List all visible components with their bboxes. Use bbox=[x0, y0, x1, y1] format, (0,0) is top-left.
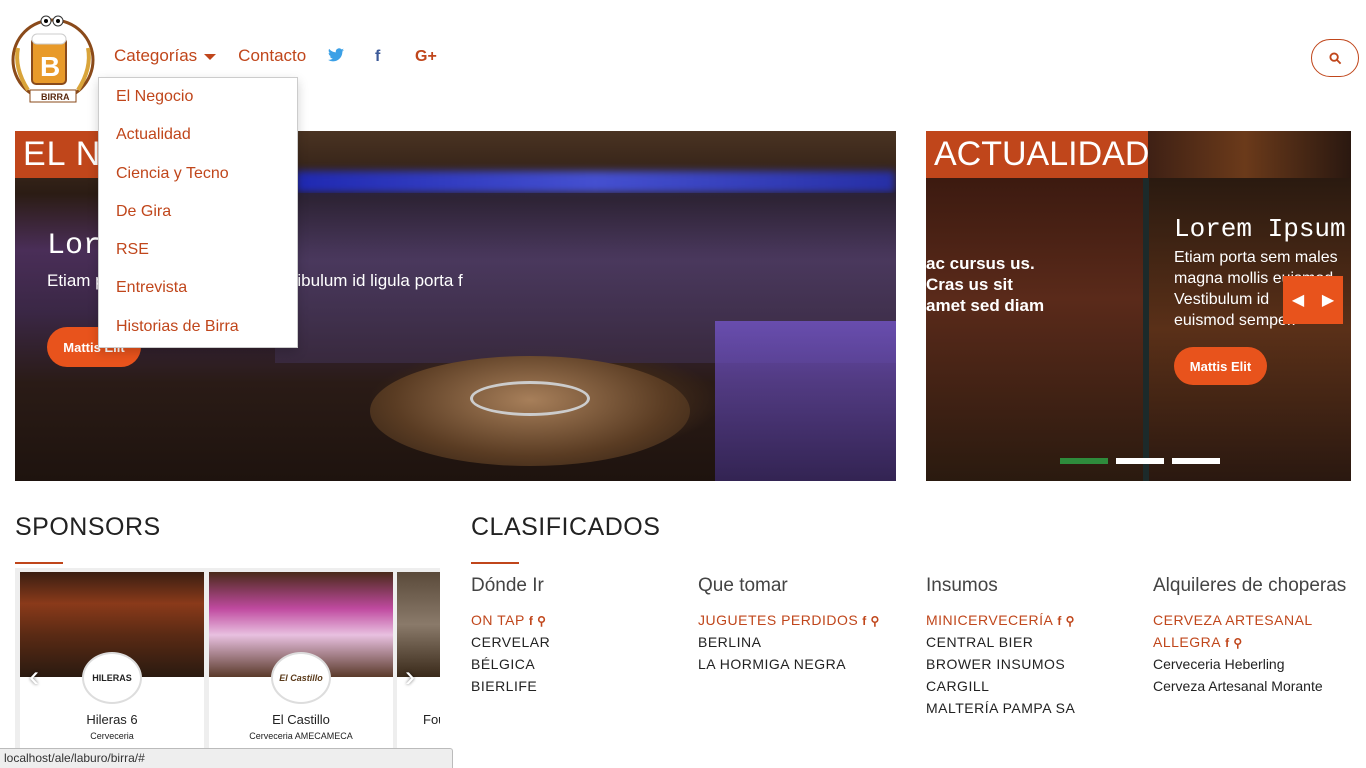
svg-text:B: B bbox=[40, 51, 60, 82]
side-cta-button[interactable]: Mattis Elit bbox=[1174, 347, 1267, 385]
list-item[interactable]: CERVELAR bbox=[471, 631, 550, 653]
slide-image-left bbox=[926, 178, 1143, 481]
list-item-label: ALLEGRA bbox=[1153, 634, 1222, 650]
sponsor-name: Hileras 6 bbox=[86, 712, 138, 727]
dropdown-item-actualidad[interactable]: Actualidad bbox=[99, 116, 297, 154]
column-list-alquileres: CERVEZA ARTESANAL ALLEGRA f ⚲ Cerveceria … bbox=[1153, 609, 1323, 697]
list-item[interactable]: CARGILL bbox=[926, 675, 1075, 697]
slider-dot-3[interactable] bbox=[1172, 458, 1220, 464]
list-item[interactable]: BROWER INSUMOS bbox=[926, 653, 1075, 675]
site-logo[interactable]: B BIRRA bbox=[10, 8, 96, 106]
list-item[interactable]: BÉLGICA bbox=[471, 653, 550, 675]
sponsor-name: El Castillo bbox=[272, 712, 330, 727]
sponsor-logo: El Castillo bbox=[271, 652, 331, 704]
browser-status-bar: localhost/ale/laburo/birra/# bbox=[0, 748, 453, 768]
dropdown-item-rse[interactable]: RSE bbox=[99, 231, 297, 269]
column-title-donde-ir: Dónde Ir bbox=[471, 575, 544, 596]
twitter-icon[interactable] bbox=[328, 48, 344, 67]
side-category-tag[interactable]: ACTUALIDAD bbox=[926, 131, 1149, 178]
list-item-label: JUGUETES PERDIDOS bbox=[698, 612, 859, 628]
column-list-donde-ir: ON TAP f ⚲ CERVELAR BÉLGICA BIERLIFE bbox=[471, 609, 550, 697]
nav-categories[interactable]: Categorías bbox=[114, 46, 217, 66]
list-item[interactable]: ON TAP f ⚲ bbox=[471, 609, 550, 631]
sponsor-name: Fou bbox=[423, 712, 440, 727]
dropdown-item-entrevista[interactable]: Entrevista bbox=[99, 269, 297, 307]
list-item[interactable]: LA HORMIGA NEGRA bbox=[698, 653, 880, 675]
column-list-que-tomar: JUGUETES PERDIDOS f ⚲ BERLINA LA HORMIGA … bbox=[698, 609, 880, 675]
facebook-location-icons: f ⚲ bbox=[862, 614, 880, 628]
search-button[interactable] bbox=[1311, 39, 1359, 77]
sponsors-underline bbox=[15, 562, 63, 564]
sponsor-image bbox=[397, 572, 440, 677]
facebook-location-icons: f ⚲ bbox=[528, 614, 547, 628]
caret-down-icon bbox=[204, 53, 217, 60]
list-item[interactable]: BIERLIFE bbox=[471, 675, 550, 697]
dropdown-item-ciencia-tecno[interactable]: Ciencia y Tecno bbox=[99, 155, 297, 193]
sponsor-subtitle: Cerveceria bbox=[90, 731, 134, 741]
list-item-label: ON TAP bbox=[471, 612, 525, 628]
sponsor-subtitle: Cerveceria AMECAMECA bbox=[249, 731, 353, 741]
list-item[interactable]: BERLINA bbox=[698, 631, 880, 653]
hero-image-detail bbox=[715, 321, 896, 481]
column-title-insumos: Insumos bbox=[926, 575, 998, 596]
main-nav: Categorías Contacto bbox=[114, 46, 306, 66]
facebook-location-icons: f ⚲ bbox=[1057, 614, 1075, 628]
list-item[interactable]: Cerveceria Heberling bbox=[1153, 653, 1323, 675]
list-item[interactable]: CENTRAL BIER bbox=[926, 631, 1075, 653]
sponsors-next-icon[interactable]: › bbox=[405, 660, 415, 694]
list-item[interactable]: JUGUETES PERDIDOS f ⚲ bbox=[698, 609, 880, 631]
side-title: Lorem Ipsum bbox=[1174, 214, 1346, 244]
sponsors-prev-icon[interactable]: ‹ bbox=[29, 660, 39, 694]
facebook-location-icons: f ⚲ bbox=[1225, 636, 1243, 650]
side-text-line: Etiam porta sem males bbox=[1174, 249, 1338, 266]
list-item[interactable]: MALTERÍA PAMPA SA bbox=[926, 697, 1075, 719]
list-item[interactable]: ALLEGRA f ⚲ bbox=[1153, 631, 1323, 653]
clasificados-underline bbox=[471, 562, 519, 564]
sponsor-card[interactable]: Fou bbox=[397, 572, 440, 748]
dropdown-item-de-gira[interactable]: De Gira bbox=[99, 193, 297, 231]
next-arrow-icon[interactable]: ▶ bbox=[1322, 290, 1334, 310]
list-item[interactable]: Cerveza Artesanal Morante bbox=[1153, 675, 1323, 697]
nav-categories-label: Categorías bbox=[114, 46, 198, 65]
column-list-insumos: MINICERVECERÍA f ⚲ CENTRAL BIER BROWER IN… bbox=[926, 609, 1075, 719]
google-plus-icon[interactable]: G+ bbox=[415, 48, 437, 66]
facebook-icon[interactable]: f bbox=[375, 48, 380, 66]
slider-arrows: ◀ ▶ bbox=[1283, 276, 1343, 324]
dropdown-item-el-negocio[interactable]: El Negocio bbox=[99, 78, 297, 116]
hero-side-slider[interactable]: ACTUALIDAD ac cursus us. Cras us sit ame… bbox=[926, 131, 1351, 481]
sponsor-card[interactable]: El Castillo El Castillo Cerveceria AMECA… bbox=[209, 572, 393, 748]
hero-image-detail bbox=[470, 381, 590, 416]
search-icon bbox=[1328, 51, 1341, 64]
sponsors-heading: SPONSORS bbox=[15, 513, 161, 541]
clasificados-heading: CLASIFICADOS bbox=[471, 513, 661, 541]
sponsor-logo: HILERAS bbox=[82, 652, 142, 704]
column-title-alquileres: Alquileres de choperas bbox=[1153, 575, 1347, 596]
logo-text: BIRRA bbox=[41, 92, 70, 102]
dropdown-item-historias-de-birra[interactable]: Historias de Birra bbox=[99, 308, 297, 346]
slider-dot-1[interactable] bbox=[1060, 458, 1108, 464]
categories-dropdown: El Negocio Actualidad Ciencia y Tecno De… bbox=[98, 77, 298, 348]
sponsor-card[interactable]: HILERAS Hileras 6 Cerveceria bbox=[20, 572, 204, 748]
slider-dot-2[interactable] bbox=[1116, 458, 1164, 464]
sponsors-carousel: HILERAS Hileras 6 Cerveceria El Castillo… bbox=[15, 568, 440, 748]
list-item-label: MINICERVECERÍA bbox=[926, 612, 1054, 628]
nav-contact[interactable]: Contacto bbox=[238, 46, 306, 66]
list-item[interactable]: CERVEZA ARTESANAL bbox=[1153, 609, 1323, 631]
hero-image-detail bbox=[295, 171, 895, 193]
slider-dots bbox=[1060, 458, 1220, 464]
side-left-text: ac cursus us. Cras us sit amet sed diam bbox=[926, 254, 1045, 315]
list-item[interactable]: MINICERVECERÍA f ⚲ bbox=[926, 609, 1075, 631]
prev-arrow-icon[interactable]: ◀ bbox=[1292, 290, 1304, 310]
column-title-que-tomar: Que tomar bbox=[698, 575, 788, 596]
